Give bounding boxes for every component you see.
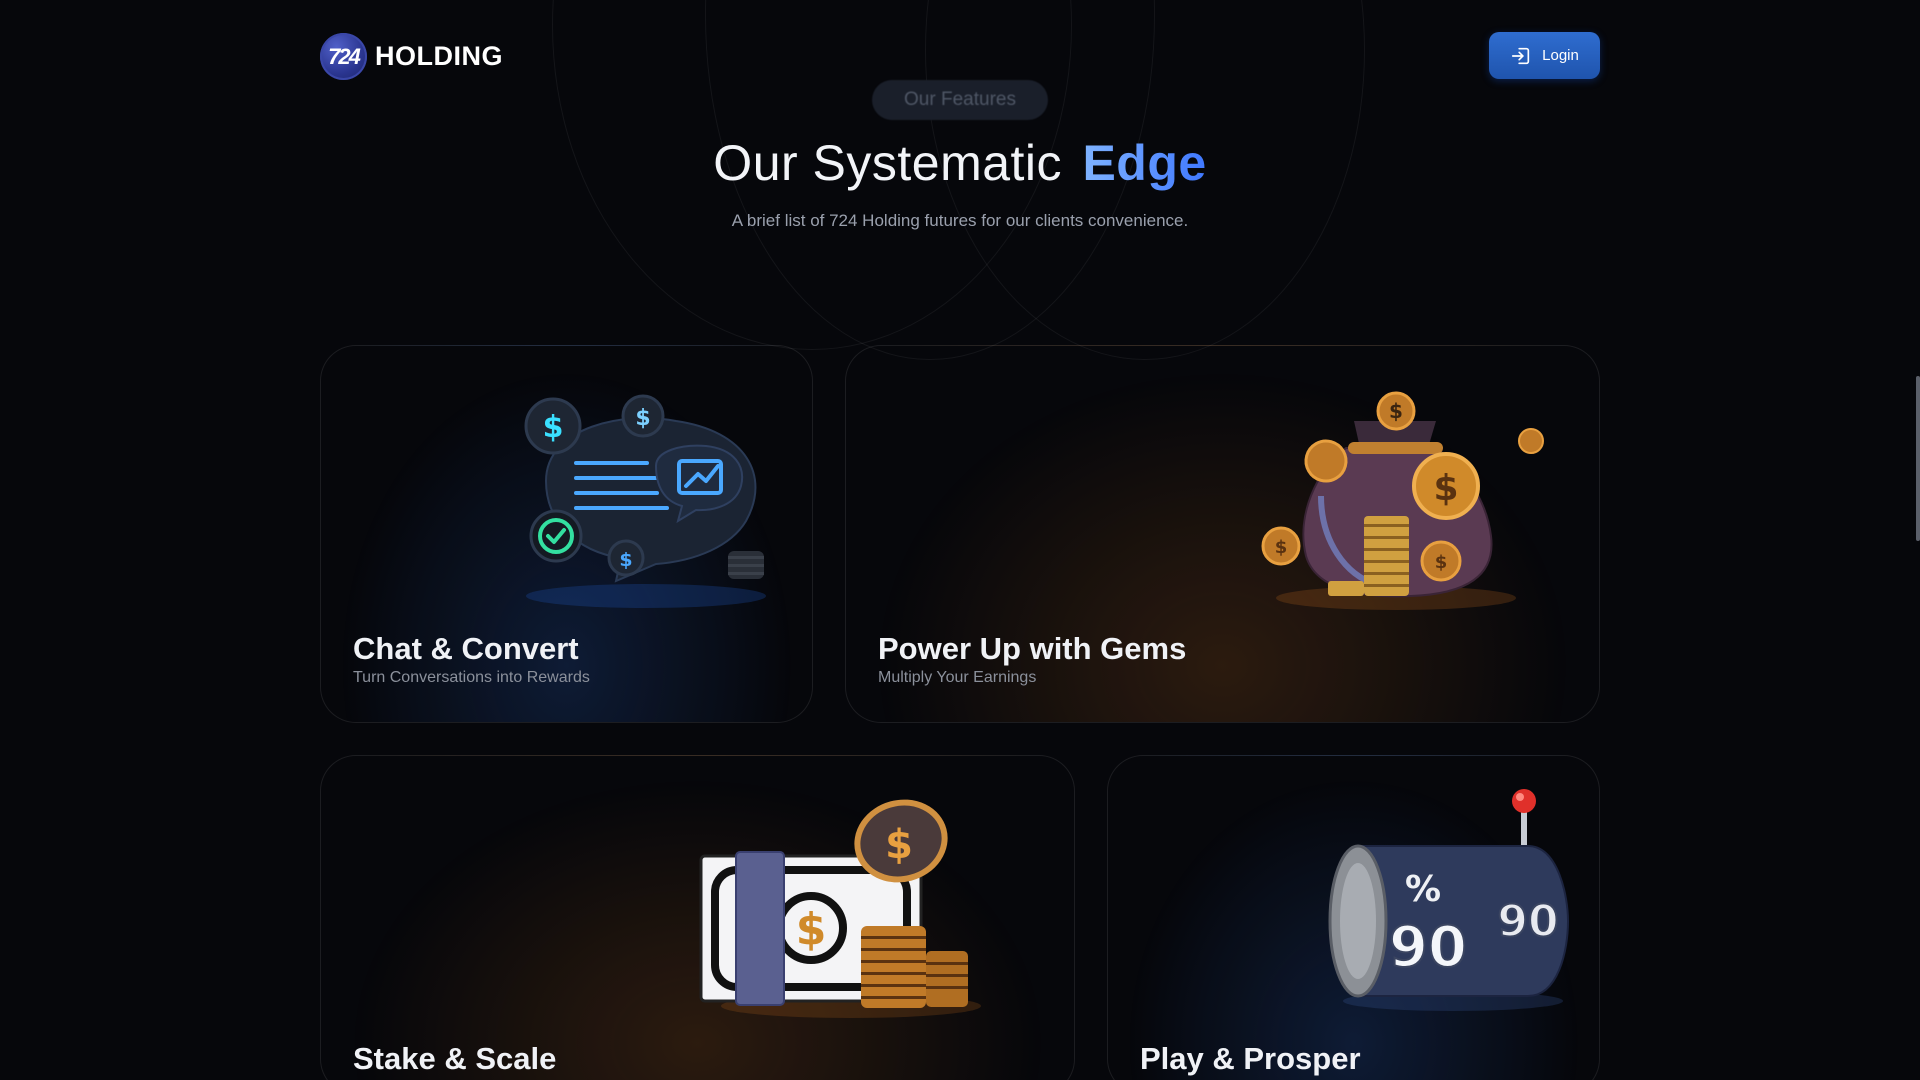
section-title: Our Systematic Edge: [0, 134, 1920, 192]
brand-logo-link[interactable]: 724 HOLDING: [320, 33, 503, 80]
feature-card-stake-scale[interactable]: $ $ Stake & Scale: [320, 755, 1075, 1080]
svg-text:90: 90: [1389, 915, 1467, 980]
section-title-accent: Edge: [1082, 135, 1207, 191]
svg-text:90: 90: [1497, 896, 1558, 947]
login-icon: [1512, 47, 1530, 64]
svg-text:$: $: [1433, 468, 1458, 509]
section-title-main: Our Systematic: [713, 135, 1063, 191]
login-label: Login: [1542, 47, 1579, 64]
brand-name: HOLDING: [375, 41, 503, 71]
svg-text:$: $: [885, 822, 913, 868]
card-title: Chat & Convert: [353, 631, 579, 666]
svg-text:$: $: [1275, 537, 1288, 558]
feature-card-chat-convert[interactable]: $ $ $ Chat & Convert Turn Conversations …: [320, 345, 813, 723]
card-title: Play & Prosper: [1140, 1041, 1361, 1076]
svg-text:$: $: [635, 406, 650, 431]
page: 724 HOLDING Login Our Features Our Syste…: [0, 0, 1920, 1080]
logo-text: 724: [328, 43, 361, 69]
card-subtitle: Multiply Your Earnings: [878, 669, 1037, 686]
section-subtitle: A brief list of 724 Holding futures for …: [731, 211, 1189, 230]
banknote-coins-icon: $ $: [699, 799, 981, 1018]
svg-text:$: $: [543, 410, 564, 445]
svg-text:$: $: [1435, 552, 1448, 573]
svg-text:$: $: [796, 904, 827, 955]
slot-machine-icon: % 90 90: [1328, 789, 1570, 1011]
page-scrollbar-thumb[interactable]: [1916, 376, 1920, 541]
card-title: Stake & Scale: [353, 1041, 557, 1076]
money-bag-icon: $ $ $ $: [1261, 391, 1544, 610]
svg-text:$: $: [619, 549, 632, 571]
top-header: 724 HOLDING Login: [320, 32, 1600, 80]
card-title: Power Up with Gems: [878, 631, 1187, 666]
logo-badge: 724: [320, 33, 367, 80]
svg-text:%: %: [1405, 869, 1441, 910]
feature-card-play-prosper[interactable]: % 90 90 Play & Prosper: [1107, 755, 1600, 1080]
features-pill: Our Features: [872, 80, 1048, 120]
features-pill-label: Our Features: [904, 89, 1016, 110]
feature-card-power-up-gems[interactable]: $ $ $ $ Power Up with Gems Multiply Your…: [845, 345, 1600, 723]
chat-money-icon: $ $ $: [524, 394, 766, 608]
card-subtitle: Turn Conversations into Rewards: [353, 669, 590, 686]
svg-text:$: $: [1389, 399, 1403, 423]
login-button[interactable]: Login: [1489, 32, 1600, 79]
